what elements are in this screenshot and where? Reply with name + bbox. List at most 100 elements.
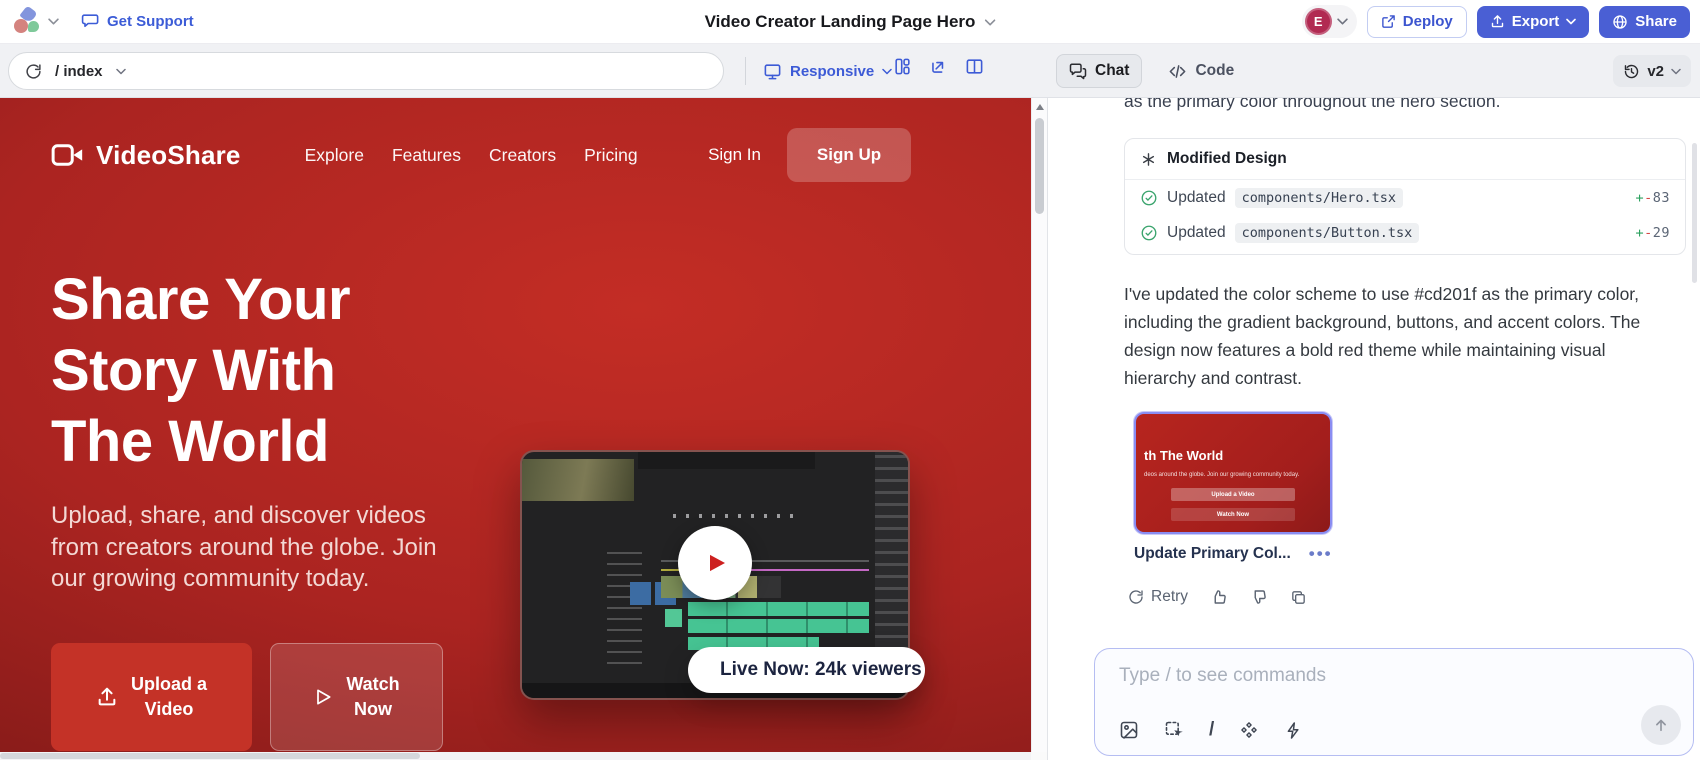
site-brand-label: VideoShare <box>96 140 241 171</box>
app-header: Get Support Video Creator Landing Page H… <box>0 0 1700 44</box>
version-thumbnail[interactable]: th The World deos around the globe. Join… <box>1134 412 1332 534</box>
file-action: Updated <box>1167 224 1226 242</box>
editor-pink-line <box>738 569 869 571</box>
preview-vertical-scrollbar[interactable] <box>1031 98 1047 752</box>
composer-placeholder[interactable]: Type / to see commands <box>1119 665 1326 687</box>
scroll-up-arrow-icon[interactable] <box>1036 104 1044 110</box>
thumb-button: Upload a Video <box>1171 488 1295 501</box>
thumb-subtext: deos around the globe. Join our growing … <box>1144 472 1299 478</box>
export-button[interactable]: Export <box>1477 6 1590 38</box>
hero-subheading: Upload, share, and discover videos from … <box>51 500 446 595</box>
sparkle-icon <box>1140 151 1157 168</box>
preview-toolbar: / index Responsive Chat Code v2 <box>0 44 1700 98</box>
deploy-label: Deploy <box>1403 13 1453 30</box>
modified-file-row[interactable]: Updated components/Hero.tsx +-83 <box>1125 180 1685 215</box>
split-view-icon[interactable] <box>965 57 984 76</box>
app-logo-icon[interactable] <box>14 8 41 35</box>
version-label: v2 <box>1647 63 1664 80</box>
preview-pane: VideoShare Explore Features Creators Pri… <box>0 98 1047 760</box>
scrollbar-thumb[interactable] <box>0 753 420 759</box>
url-bar[interactable]: / index <box>8 52 724 90</box>
refresh-icon[interactable] <box>25 63 42 80</box>
chat-composer[interactable]: Type / to see commands / <box>1094 648 1694 756</box>
chevron-down-icon[interactable] <box>116 68 126 75</box>
modified-file-row[interactable]: Updated components/Button.tsx +-29 <box>1125 215 1685 254</box>
retry-button[interactable]: Retry <box>1128 588 1188 606</box>
share-button[interactable]: Share <box>1599 6 1690 38</box>
preview-horizontal-scrollbar[interactable] <box>0 752 1031 760</box>
check-circle-icon <box>1140 189 1158 207</box>
project-title-menu[interactable]: Video Creator Landing Page Hero <box>705 0 996 44</box>
diff-stat: +-29 <box>1635 225 1670 241</box>
version-select[interactable]: v2 <box>1613 55 1691 87</box>
nav-link-features[interactable]: Features <box>392 145 461 166</box>
editor-green-block <box>665 609 682 626</box>
open-new-tab-icon[interactable] <box>929 57 948 76</box>
select-area-icon[interactable] <box>1164 720 1184 740</box>
chat-panel: as the primary color throughout the hero… <box>1047 98 1700 760</box>
deploy-button[interactable]: Deploy <box>1367 6 1467 38</box>
thumbs-down-icon[interactable] <box>1250 588 1268 606</box>
video-camera-icon <box>51 142 85 168</box>
play-icon <box>700 548 730 578</box>
site-nav-links: Explore Features Creators Pricing <box>305 145 638 166</box>
nav-link-pricing[interactable]: Pricing <box>584 145 638 166</box>
upload-video-button[interactable]: Upload aVideo <box>51 643 252 751</box>
editor-audio-track <box>688 619 869 633</box>
share-label: Share <box>1635 13 1677 30</box>
send-button[interactable] <box>1641 705 1681 745</box>
tab-code[interactable]: Code <box>1156 54 1246 88</box>
nav-link-explore[interactable]: Explore <box>305 145 364 166</box>
editor-photo-thumb <box>522 459 634 501</box>
sign-up-button[interactable]: Sign Up <box>787 128 911 182</box>
get-support-label: Get Support <box>107 13 194 30</box>
lightning-icon[interactable] <box>1284 721 1303 740</box>
version-title[interactable]: Update Primary Col... <box>1134 545 1291 563</box>
device-mode-select[interactable]: Responsive <box>763 55 892 87</box>
tab-code-label: Code <box>1195 62 1234 80</box>
play-button[interactable] <box>678 526 752 600</box>
live-viewers-badge: Live Now: 24k viewers <box>688 647 925 693</box>
site-brand[interactable]: VideoShare <box>51 140 241 171</box>
watch-now-button[interactable]: WatchNow <box>270 643 443 751</box>
diamonds-icon[interactable] <box>1239 720 1259 740</box>
site-navbar: VideoShare Explore Features Creators Pri… <box>51 128 911 182</box>
ellipsis-icon[interactable]: ••• <box>1309 544 1333 564</box>
file-action: Updated <box>1167 189 1226 207</box>
diff-stat: +-83 <box>1635 190 1670 206</box>
chevron-down-icon <box>1337 18 1348 25</box>
globe-icon <box>1612 14 1628 30</box>
tab-chat[interactable]: Chat <box>1056 54 1142 88</box>
scrollbar-thumb[interactable] <box>1035 118 1044 214</box>
image-icon[interactable] <box>1119 720 1139 740</box>
message-actions: Retry <box>1128 588 1307 606</box>
editor-tools-column <box>607 550 642 663</box>
thumbs-up-icon[interactable] <box>1210 588 1228 606</box>
thumb-heading: th The World <box>1144 448 1223 463</box>
device-mode-label: Responsive <box>790 63 874 80</box>
file-path-chip[interactable]: components/Hero.tsx <box>1235 188 1403 208</box>
nav-link-creators[interactable]: Creators <box>489 145 556 166</box>
assistant-message: I've updated the color scheme to use #cd… <box>1124 280 1669 392</box>
retry-label: Retry <box>1151 588 1188 606</box>
preview-tools <box>893 57 984 76</box>
components-icon[interactable] <box>893 57 912 76</box>
export-label: Export <box>1512 13 1560 30</box>
account-menu[interactable]: E <box>1302 5 1357 38</box>
chat-tab-icon <box>1069 62 1087 80</box>
monitor-icon <box>763 62 782 81</box>
slash-command-icon[interactable]: / <box>1209 719 1214 741</box>
composer-tools: / <box>1119 719 1303 741</box>
chat-bubble-icon <box>81 12 100 31</box>
editor-audio-track <box>688 602 869 616</box>
assistant-message-tail: as the primary color throughout the hero… <box>1124 98 1500 112</box>
copy-icon[interactable] <box>1290 589 1307 606</box>
hero-cta-row: Upload aVideo WatchNow <box>51 643 443 751</box>
file-path-chip[interactable]: components/Button.tsx <box>1235 223 1420 243</box>
live-badge-label: Live Now: 24k viewers <box>720 659 922 681</box>
chevron-down-icon[interactable] <box>48 18 59 25</box>
chat-scrollbar-thumb[interactable] <box>1692 143 1697 283</box>
sign-in-link[interactable]: Sign In <box>708 145 761 165</box>
get-support-button[interactable]: Get Support <box>81 12 194 31</box>
history-icon <box>1623 63 1640 80</box>
